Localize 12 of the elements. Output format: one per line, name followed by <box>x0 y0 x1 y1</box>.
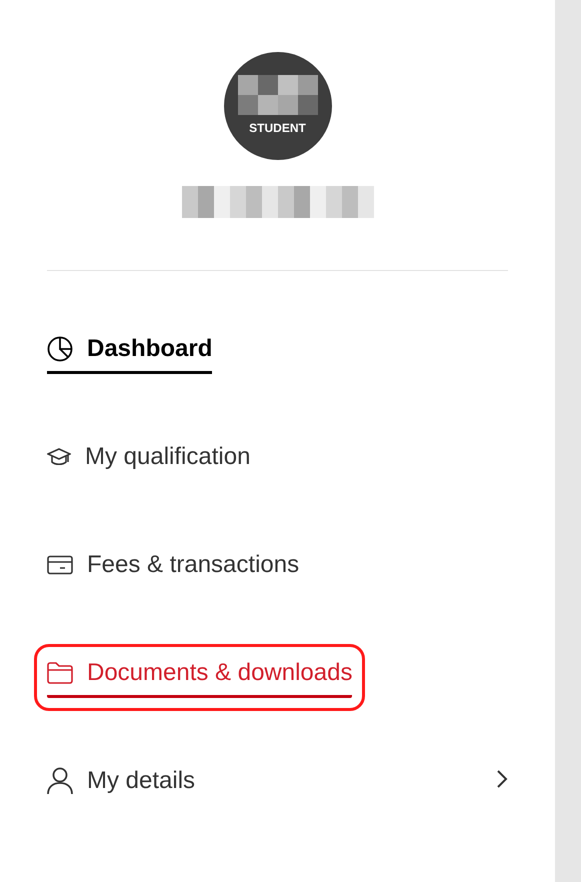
nav-link[interactable]: Fees & transactions <box>47 549 300 590</box>
credit-card-icon <box>47 555 73 575</box>
avatar-label: STUDENT <box>249 120 306 137</box>
nav-link[interactable]: My qualification <box>47 441 250 482</box>
pie-chart-icon <box>47 336 73 362</box>
folder-icon <box>47 662 73 684</box>
chevron-right-icon[interactable] <box>496 769 508 789</box>
nav-link[interactable]: My details <box>47 765 196 806</box>
nav-link[interactable]: Documents & downloads <box>47 657 352 698</box>
person-icon <box>47 767 73 795</box>
graduation-cap-icon <box>47 447 71 467</box>
nav-link[interactable]: Dashboard <box>47 333 212 374</box>
